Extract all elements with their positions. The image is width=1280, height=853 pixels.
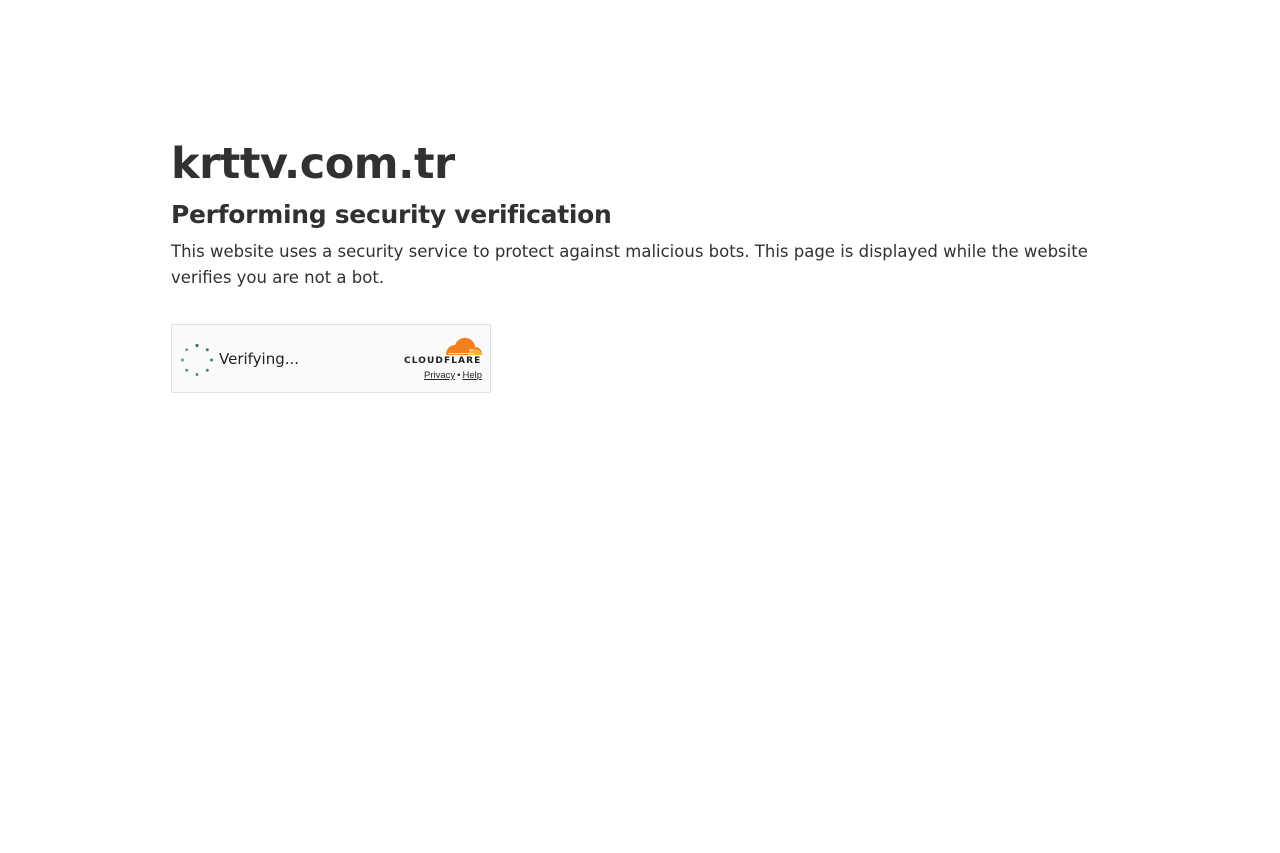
cloudflare-wordmark: CLOUDFLARE xyxy=(404,356,482,366)
verifying-status: Verifying... xyxy=(219,350,300,368)
cloudflare-links: Privacy • Help xyxy=(424,370,482,381)
loading-spinner-icon xyxy=(181,343,213,376)
link-separator: • xyxy=(457,370,461,381)
turnstile-widget[interactable]: Verifying... CLOUDFLARE Privacy • Help xyxy=(171,324,491,393)
verification-description: This website uses a security service to … xyxy=(171,242,1088,287)
help-link[interactable]: Help xyxy=(462,370,482,381)
site-title: krttv.com.tr xyxy=(171,139,455,189)
privacy-link[interactable]: Privacy xyxy=(424,370,455,381)
verification-heading: Performing security verification xyxy=(171,200,612,229)
